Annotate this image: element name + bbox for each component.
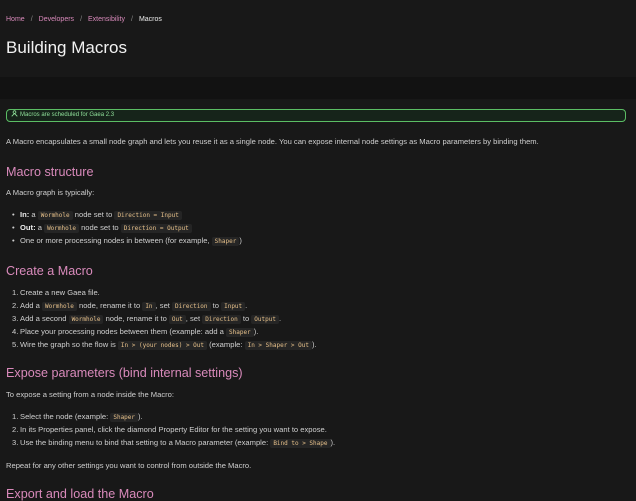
page-title: Building Macros bbox=[6, 38, 127, 57]
code-direction-output: Direction = Output bbox=[120, 224, 192, 233]
expose-lead: To expose a setting from a node inside t… bbox=[6, 390, 174, 399]
expose-outro: Repeat for any other settings you want t… bbox=[6, 461, 252, 470]
list-item: 1. Select the node (example: Shaper). bbox=[12, 412, 143, 422]
breadcrumb-separator: / bbox=[80, 16, 83, 23]
intro-paragraph: A Macro encapsulates a small node graph … bbox=[6, 137, 539, 146]
list-item: • In: a Wormhole node set to Direction = … bbox=[12, 210, 182, 220]
heading-macro-structure: Macro structure bbox=[6, 165, 94, 179]
breadcrumb-developers-link[interactable]: Developers bbox=[39, 16, 74, 23]
list-item: 3. Use the binding menu to bind that sett… bbox=[12, 438, 336, 448]
code-direction-input: Direction = Input bbox=[114, 211, 182, 220]
code-wormhole: Wormhole bbox=[37, 211, 73, 220]
list-item: • One or more processing nodes in between… bbox=[12, 236, 242, 246]
docs-page: Home / Developers / Extensibility / Macros Bui… bbox=[0, 0, 636, 501]
breadcrumb-separator: / bbox=[130, 16, 133, 23]
breadcrumb-extensibility-link[interactable]: Extensibility bbox=[88, 16, 125, 23]
list-item: 5. Wire the graph so the flow is In > (yo… bbox=[12, 340, 317, 350]
banner-text: Macros are scheduled for Gaea 2.3 bbox=[20, 112, 115, 118]
list-item: 2. In its Properties panel, click the dia… bbox=[12, 425, 327, 434]
breadcrumb-home-link[interactable]: Home bbox=[6, 16, 25, 23]
content-divider-band bbox=[0, 77, 636, 99]
heading-expose-parameters: Expose parameters (bind internal setting… bbox=[6, 366, 243, 380]
list-item: 3. Add a second Wormhole node, rename it … bbox=[12, 314, 282, 324]
breadcrumb: Home / Developers / Extensibility / Macros bbox=[6, 16, 162, 23]
list-item: • Out: a Wormhole node set to Direction =… bbox=[12, 223, 192, 233]
list-item: 4. Place your processing nodes between th… bbox=[12, 327, 259, 337]
breadcrumb-separator: / bbox=[30, 16, 33, 23]
version-banner: Macros are scheduled for Gaea 2.3 bbox=[6, 109, 626, 122]
heading-export-load: Export and load the Macro bbox=[6, 487, 154, 501]
code-shaper: Shaper bbox=[211, 237, 240, 246]
heading-create-macro: Create a Macro bbox=[6, 264, 93, 278]
structure-lead: A Macro graph is typically: bbox=[6, 188, 95, 197]
breadcrumb-current: Macros bbox=[138, 16, 162, 23]
list-item: 1. Create a new Gaea file. bbox=[12, 288, 100, 297]
version-icon bbox=[11, 110, 18, 117]
code-wormhole: Wormhole bbox=[44, 224, 79, 233]
list-item: 2. Add a Wormhole node, rename it to In, … bbox=[12, 301, 248, 311]
